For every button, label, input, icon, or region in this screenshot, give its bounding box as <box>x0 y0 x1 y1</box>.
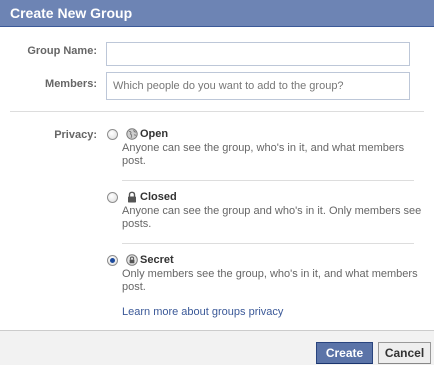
secret-option-description: Only members see the group, who's in it,… <box>122 268 418 293</box>
lock-icon <box>128 191 136 203</box>
closed-radio[interactable] <box>107 192 118 203</box>
option-divider <box>122 180 414 181</box>
lock-circle-icon <box>126 254 138 266</box>
group-name-label: Group Name: <box>27 45 97 57</box>
dialog-footer: Create Cancel <box>0 330 434 365</box>
group-name-input[interactable] <box>106 42 410 66</box>
option-divider <box>122 243 414 244</box>
globe-icon <box>126 128 138 140</box>
secret-option-title: Secret <box>140 254 174 266</box>
dialog-title: Create New Group <box>10 5 133 21</box>
open-option-title: Open <box>140 128 169 140</box>
closed-option-description: Anyone can see the group and who's in it… <box>122 205 422 230</box>
form-divider <box>10 111 424 112</box>
privacy-label: Privacy: <box>54 129 97 141</box>
closed-option-title: Closed <box>140 191 177 203</box>
cancel-button[interactable]: Cancel <box>378 342 431 364</box>
members-label: Members: <box>45 78 97 90</box>
secret-radio[interactable] <box>107 255 118 266</box>
learn-more-link[interactable]: Learn more about groups privacy <box>122 306 283 318</box>
open-option-description: Anyone can see the group, who's in it, a… <box>122 142 405 167</box>
create-group-dialog: Create New Group Group Name: Members: Pr… <box>0 0 434 365</box>
open-radio[interactable] <box>107 129 118 140</box>
dialog-titlebar: Create New Group <box>0 0 434 27</box>
create-button[interactable]: Create <box>316 342 373 364</box>
members-input[interactable] <box>106 72 410 100</box>
